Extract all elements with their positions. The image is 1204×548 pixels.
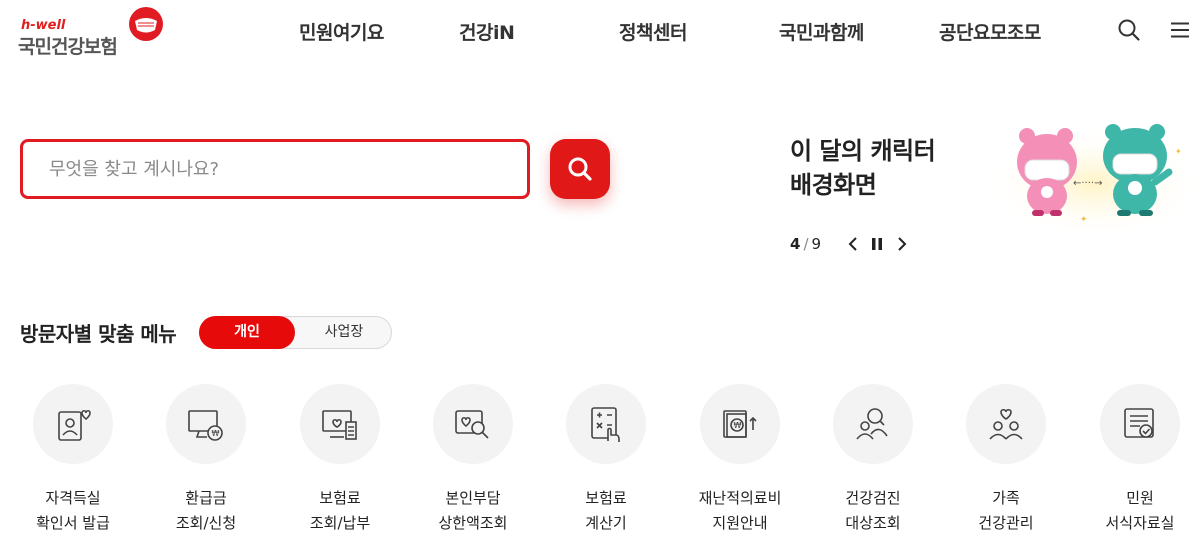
quick-menu-label-line2: 건강관리	[978, 514, 1034, 532]
quick-menu-forms-library[interactable]: 민원 서식자료실	[1074, 384, 1204, 544]
quick-menu-circle	[966, 384, 1046, 464]
quick-menu-eligibility-certificate[interactable]: 자격득실 확인서 발급	[7, 384, 139, 544]
quick-menu-label-line1: 민원	[1126, 489, 1154, 507]
menu-icon[interactable]	[1168, 18, 1192, 42]
quick-menu-circle: ₩	[700, 384, 780, 464]
monitor-won-icon: ₩	[188, 410, 223, 441]
quick-menu-label: 본인부담 상한액조회	[407, 486, 539, 536]
people-search-icon	[856, 408, 888, 440]
search-icon	[568, 157, 592, 181]
svg-text:✦: ✦	[1080, 215, 1088, 225]
character-title-line1: 이 달의 캐릭터	[790, 137, 936, 165]
character-illustration[interactable]: ←····→ ✦ ✦	[985, 110, 1204, 235]
logo-hwell-text: h-well	[21, 18, 66, 33]
character-title[interactable]: 이 달의 캐릭터 배경화면	[790, 134, 980, 202]
quick-menu-label: 재난적의료비 지원안내	[674, 486, 806, 536]
quick-menu-copay-limit[interactable]: 본인부담 상한액조회	[407, 384, 539, 544]
visitor-menu-title: 방문자별 맞춤 메뉴	[20, 322, 177, 346]
document-check-icon	[1124, 408, 1154, 438]
logo-brand-text: 국민건강보험	[18, 36, 118, 58]
quick-menu-label-line1: 자격득실	[45, 489, 101, 507]
svg-text:✦: ✦	[1175, 147, 1182, 156]
pager-total: 9	[811, 235, 822, 253]
won-support-icon: ₩	[723, 410, 757, 438]
quick-menu-label-line1: 건강검진	[845, 489, 901, 507]
quick-menu-circle	[1100, 384, 1180, 464]
site-logo[interactable]: h-well 국민건강보험	[18, 6, 168, 58]
quick-menu-label-line1: 본인부담	[445, 489, 501, 507]
quick-menu-label-line2: 조회/신청	[175, 514, 237, 532]
quick-menu-label-line1: 가족	[992, 489, 1020, 507]
quick-menu-circle	[300, 384, 380, 464]
nav-item-civil[interactable]: 민원여기요	[299, 18, 384, 45]
pager-current: 4	[790, 235, 801, 253]
quick-menu-label: 보험료 계산기	[540, 486, 672, 536]
quick-menu-label-line2: 상한액조회	[438, 514, 508, 532]
svg-text:₩: ₩	[212, 429, 220, 438]
toggle-personal[interactable]: 개인	[199, 316, 295, 349]
quick-menu-circle	[433, 384, 513, 464]
quick-menu-label: 보험료 조회/납부	[274, 486, 406, 536]
quick-menu-label-line2: 지원안내	[712, 514, 768, 532]
quick-menu-health-checkup-target[interactable]: 건강검진 대상조회	[807, 384, 939, 544]
quick-menu-label: 가족 건강관리	[940, 486, 1072, 536]
search-input[interactable]	[23, 142, 527, 196]
quick-menu-label-line1: 재난적의료비	[698, 489, 782, 507]
character-title-line2: 배경화면	[790, 171, 877, 199]
quick-menu-circle	[833, 384, 913, 464]
svg-text:←····→: ←····→	[1073, 178, 1102, 189]
monitor-receipt-icon	[322, 410, 357, 440]
quick-menu-label-line2: 계산기	[585, 514, 627, 532]
pager-separator: /	[803, 235, 809, 253]
quick-menu-circle	[566, 384, 646, 464]
search-box	[20, 139, 530, 199]
heart-search-icon	[455, 410, 489, 439]
search-icon[interactable]	[1117, 18, 1141, 42]
quick-menu-label-line2: 대상조회	[845, 514, 901, 532]
visitor-type-toggle: 개인 사업장	[199, 316, 392, 349]
nav-item-about[interactable]: 공단요모조모	[939, 18, 1041, 45]
quick-menu-label-line2: 조회/납부	[309, 514, 371, 532]
quick-menu-refund[interactable]: ₩ 환급금 조회/신청	[140, 384, 272, 544]
chevron-left-icon[interactable]	[846, 236, 862, 252]
svg-text:₩: ₩	[734, 421, 742, 430]
nav-item-with-people[interactable]: 국민과함께	[779, 18, 864, 45]
quick-menu-label: 자격득실 확인서 발급	[7, 486, 139, 536]
nav-item-policy[interactable]: 정책센터	[619, 18, 687, 45]
quick-menu-label: 환급금 조회/신청	[140, 486, 272, 536]
pause-icon[interactable]	[869, 236, 885, 252]
nav-item-health-in[interactable]: 건강iN	[459, 18, 515, 45]
calculator-hand-icon	[591, 407, 620, 442]
quick-menu-label: 건강검진 대상조회	[807, 486, 939, 536]
quick-menu-label: 민원 서식자료실	[1074, 486, 1204, 536]
logo-mask-mark-icon	[129, 7, 163, 41]
quick-menu-label-line1: 환급금	[185, 489, 227, 507]
quick-menu-circle: ₩	[166, 384, 246, 464]
quick-menu-label-line1: 보험료	[585, 489, 627, 507]
quick-menu-catastrophic-medical-support[interactable]: ₩ 재난적의료비 지원안내	[674, 384, 806, 544]
quick-menu-premium-calculator[interactable]: 보험료 계산기	[540, 384, 672, 544]
quick-menu-label-line2: 서식자료실	[1105, 514, 1175, 532]
family-heart-icon	[989, 408, 1023, 440]
toggle-business[interactable]: 사업장	[296, 316, 392, 349]
character-pager: 4/9	[790, 235, 821, 253]
quick-menu-circle	[33, 384, 113, 464]
search-button[interactable]	[550, 139, 610, 199]
quick-menu-label-line2: 확인서 발급	[36, 514, 110, 532]
quick-menu-label-line1: 보험료	[319, 489, 361, 507]
quick-menu-family-health[interactable]: 가족 건강관리	[940, 384, 1072, 544]
quick-menu-premium-payment[interactable]: 보험료 조회/납부	[274, 384, 406, 544]
chevron-right-icon[interactable]	[893, 236, 909, 252]
id-card-heart-icon	[58, 409, 91, 441]
